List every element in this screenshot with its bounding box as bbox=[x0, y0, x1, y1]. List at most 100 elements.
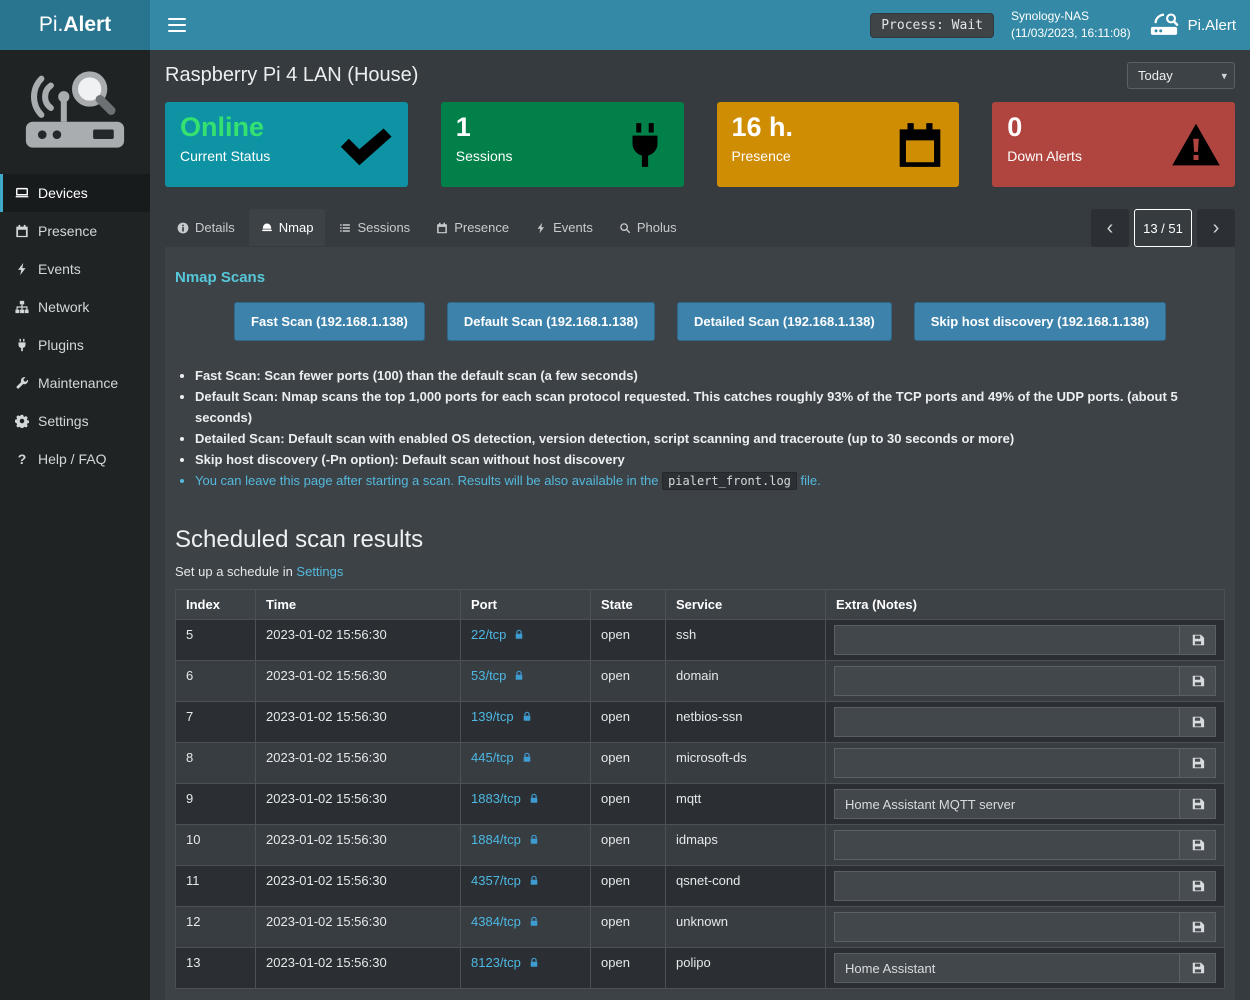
port-text: 4384/tcp bbox=[471, 914, 521, 929]
pagination-next-button[interactable]: › bbox=[1197, 209, 1235, 247]
schedule-settings-link[interactable]: Settings bbox=[296, 564, 343, 579]
cell-port: 139/tcp bbox=[461, 702, 591, 743]
port-link[interactable]: 139/tcp bbox=[471, 709, 533, 724]
port-link[interactable]: 1883/tcp bbox=[471, 791, 540, 806]
sidebar-item-presence[interactable]: Presence bbox=[0, 212, 150, 250]
note-input[interactable] bbox=[834, 625, 1180, 655]
port-link[interactable]: 53/tcp bbox=[471, 668, 525, 683]
port-link[interactable]: 4357/tcp bbox=[471, 873, 540, 888]
save-note-button[interactable] bbox=[1180, 830, 1216, 860]
sidebar-item-plugins[interactable]: Plugins bbox=[0, 326, 150, 364]
note-input[interactable] bbox=[834, 707, 1180, 737]
cell-service: polipo bbox=[666, 948, 826, 989]
status-card-sessions: 1 Sessions bbox=[441, 102, 684, 187]
note-input[interactable] bbox=[834, 953, 1180, 983]
tab-sessions[interactable]: Sessions bbox=[327, 209, 422, 246]
header-app-link[interactable]: Pi.Alert bbox=[1149, 12, 1236, 38]
pagination-indicator: 13 / 51 bbox=[1134, 209, 1192, 247]
sidebar-item-settings[interactable]: Settings bbox=[0, 402, 150, 440]
check-icon bbox=[338, 117, 394, 173]
cell-port: 4384/tcp bbox=[461, 907, 591, 948]
tab-presence[interactable]: Presence bbox=[424, 209, 521, 246]
scan-notes: Fast Scan: Scan fewer ports (100) than t… bbox=[179, 365, 1225, 492]
logo-text-bold: Alert bbox=[63, 13, 111, 37]
note-input[interactable] bbox=[834, 748, 1180, 778]
note-input[interactable] bbox=[834, 666, 1180, 696]
save-note-button[interactable] bbox=[1180, 666, 1216, 696]
tab-pholus[interactable]: Pholus bbox=[607, 209, 689, 246]
sidebar-item-label: Events bbox=[38, 261, 81, 277]
menu-toggle-icon[interactable] bbox=[164, 8, 190, 42]
cell-extra bbox=[826, 743, 1225, 784]
note-input[interactable] bbox=[834, 830, 1180, 860]
cell-port: 4357/tcp bbox=[461, 866, 591, 907]
leave-page-note-link[interactable]: You can leave this page after starting a… bbox=[195, 473, 821, 488]
cell-service: mqtt bbox=[666, 784, 826, 825]
note-link-before: You can leave this page after starting a… bbox=[195, 473, 662, 488]
detailed-scan-button[interactable]: Detailed Scan (192.168.1.138) bbox=[677, 302, 892, 341]
warning-icon bbox=[1171, 120, 1221, 170]
port-link[interactable]: 4384/tcp bbox=[471, 914, 540, 929]
tab-label: Presence bbox=[454, 220, 509, 235]
cell-time: 2023-01-02 15:56:30 bbox=[256, 743, 461, 784]
tab-label: Sessions bbox=[357, 220, 410, 235]
plug-icon bbox=[620, 120, 670, 170]
tab-details[interactable]: Details bbox=[165, 209, 247, 246]
pagination-prev-button[interactable]: ‹ bbox=[1091, 209, 1129, 247]
scan-note-log: You can leave this page after starting a… bbox=[195, 470, 1225, 492]
note-input-group bbox=[834, 748, 1216, 778]
logo-text-light: Pi. bbox=[39, 13, 64, 37]
save-note-button[interactable] bbox=[1180, 912, 1216, 942]
sidebar-item-devices[interactable]: Devices bbox=[0, 174, 150, 212]
cell-service: idmaps bbox=[666, 825, 826, 866]
bolt-icon bbox=[15, 262, 29, 276]
period-select[interactable]: Today bbox=[1127, 62, 1235, 89]
default-scan-button[interactable]: Default Scan (192.168.1.138) bbox=[447, 302, 655, 341]
sidebar-item-help[interactable]: ? Help / FAQ bbox=[0, 440, 150, 478]
cell-extra bbox=[826, 620, 1225, 661]
sidebar-item-label: Settings bbox=[38, 413, 89, 429]
skip-host-discovery-button[interactable]: Skip host discovery (192.168.1.138) bbox=[914, 302, 1166, 341]
sidebar-item-label: Help / FAQ bbox=[38, 451, 106, 467]
cell-extra bbox=[826, 948, 1225, 989]
cell-state: open bbox=[591, 784, 666, 825]
port-link[interactable]: 445/tcp bbox=[471, 750, 533, 765]
port-link[interactable]: 22/tcp bbox=[471, 627, 525, 642]
port-text: 1884/tcp bbox=[471, 832, 521, 847]
tab-events[interactable]: Events bbox=[523, 209, 605, 246]
note-input[interactable] bbox=[834, 871, 1180, 901]
plug-icon bbox=[15, 338, 29, 352]
cell-service: domain bbox=[666, 661, 826, 702]
tab-nmap[interactable]: Nmap bbox=[249, 209, 326, 246]
tab-label: Details bbox=[195, 220, 235, 235]
port-text: 4357/tcp bbox=[471, 873, 521, 888]
sidebar-item-network[interactable]: Network bbox=[0, 288, 150, 326]
sidebar-item-maintenance[interactable]: Maintenance bbox=[0, 364, 150, 402]
cell-port: 445/tcp bbox=[461, 743, 591, 784]
sidebar-item-events[interactable]: Events bbox=[0, 250, 150, 288]
save-icon bbox=[1191, 674, 1205, 688]
note-input[interactable] bbox=[834, 912, 1180, 942]
note-input[interactable] bbox=[834, 789, 1180, 819]
cell-port: 53/tcp bbox=[461, 661, 591, 702]
app-header: Pi.Alert Process: Wait Synology-NAS (11/… bbox=[0, 0, 1250, 50]
scan-note: Skip host discovery (-Pn option): Defaul… bbox=[195, 449, 1225, 470]
save-note-button[interactable] bbox=[1180, 789, 1216, 819]
port-link[interactable]: 8123/tcp bbox=[471, 955, 540, 970]
save-note-button[interactable] bbox=[1180, 953, 1216, 983]
port-link[interactable]: 1884/tcp bbox=[471, 832, 540, 847]
logo[interactable]: Pi.Alert bbox=[0, 0, 150, 50]
sidebar-item-label: Presence bbox=[38, 223, 97, 239]
cell-extra bbox=[826, 866, 1225, 907]
sidebar-item-label: Plugins bbox=[38, 337, 84, 353]
save-note-button[interactable] bbox=[1180, 748, 1216, 778]
save-note-button[interactable] bbox=[1180, 625, 1216, 655]
lock-icon bbox=[528, 915, 540, 928]
save-note-button[interactable] bbox=[1180, 871, 1216, 901]
cell-service: unknown bbox=[666, 907, 826, 948]
fast-scan-button[interactable]: Fast Scan (192.168.1.138) bbox=[234, 302, 425, 341]
cell-extra bbox=[826, 784, 1225, 825]
save-note-button[interactable] bbox=[1180, 707, 1216, 737]
tab-label: Pholus bbox=[637, 220, 677, 235]
lock-icon bbox=[513, 628, 525, 641]
